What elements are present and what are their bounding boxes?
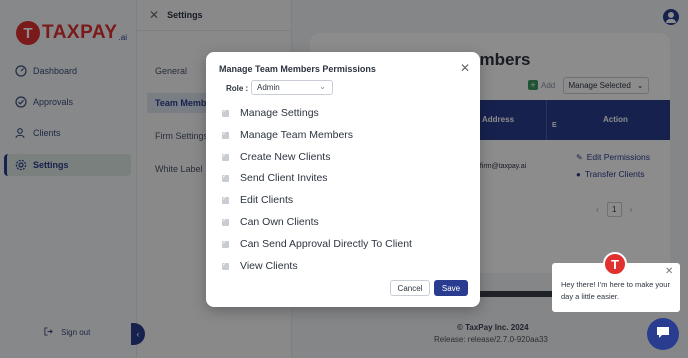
permission-manage-team-members[interactable]: Manage Team Members (222, 127, 353, 143)
checkbox[interactable] (222, 108, 229, 117)
checkbox[interactable] (222, 152, 229, 161)
permission-view-clients[interactable]: View Clients (222, 258, 298, 274)
checkbox[interactable] (222, 173, 229, 182)
save-button[interactable]: Save (434, 280, 468, 296)
close-icon[interactable]: ✕ (460, 61, 470, 75)
permission-label: Edit Clients (240, 194, 294, 206)
permission-label: Create New Clients (240, 151, 331, 163)
role-value: Admin (257, 83, 280, 92)
permission-label: Can Own Clients (240, 216, 319, 228)
permission-label: Send Client Invites (240, 172, 328, 184)
permission-create-new-clients[interactable]: Create New Clients (222, 149, 330, 165)
chat-message: Hey there! I'm here to make your day a l… (561, 280, 670, 301)
close-chat-icon[interactable]: ✕ (665, 266, 673, 277)
checkbox[interactable] (222, 195, 229, 204)
permission-label: Manage Team Members (240, 129, 354, 141)
chat-bubble-icon (655, 324, 671, 345)
permission-send-approval-directly[interactable]: Can Send Approval Directly To Client (222, 236, 412, 252)
permission-label: View Clients (240, 260, 298, 272)
permission-label: Can Send Approval Directly To Client (240, 238, 412, 250)
checkbox[interactable] (222, 261, 229, 270)
permission-label: Manage Settings (240, 107, 319, 119)
permissions-modal: Manage Team Members Permissions ✕ Role :… (206, 52, 480, 307)
chat-bot-avatar-icon: T (603, 252, 627, 276)
chat-launcher-button[interactable] (647, 318, 679, 350)
permission-can-own-clients[interactable]: Can Own Clients (222, 214, 319, 230)
permission-send-client-invites[interactable]: Send Client Invites (222, 170, 328, 186)
checkbox[interactable] (222, 239, 229, 248)
checkbox[interactable] (222, 217, 229, 226)
role-label: Role : (226, 84, 249, 93)
cancel-button[interactable]: Cancel (390, 280, 430, 296)
role-select[interactable]: Admin ⌄ (251, 80, 333, 95)
chevron-down-icon: ⌄ (319, 82, 326, 91)
permission-edit-clients[interactable]: Edit Clients (222, 192, 293, 208)
permission-manage-settings[interactable]: Manage Settings (222, 105, 319, 121)
modal-title: Manage Team Members Permissions (219, 64, 376, 74)
checkbox[interactable] (222, 130, 229, 139)
